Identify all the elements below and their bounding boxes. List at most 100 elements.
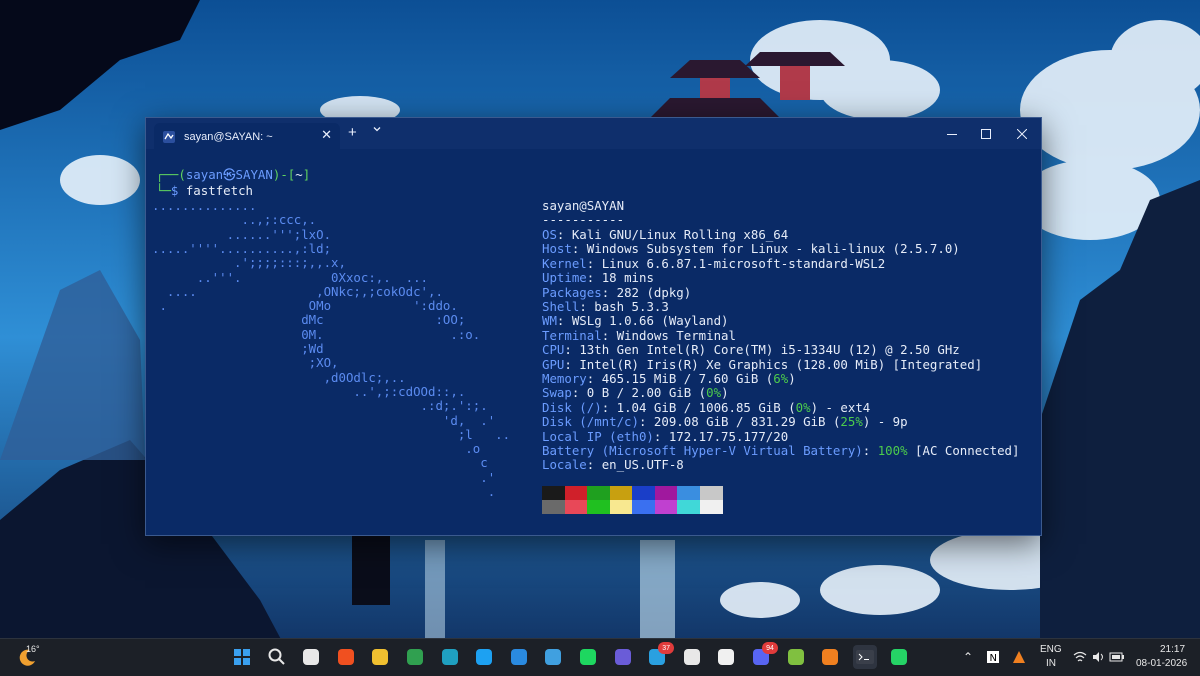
terminal-icon[interactable] [852, 645, 877, 669]
discord-icon[interactable]: 94 [749, 642, 778, 669]
info-row: WM: WSLg 1.0.66 (Wayland) [542, 314, 729, 328]
logo-line: ;XO, [152, 355, 339, 371]
maximize-icon [981, 128, 991, 139]
info-tail: [AC Connected] [907, 443, 1020, 458]
prompt-open: ┌──( [156, 167, 186, 182]
minimize-button[interactable] [935, 118, 969, 149]
command-text: fastfetch [178, 183, 253, 198]
info-label: CPU [542, 342, 565, 358]
info-row: Memory: 465.15 MiB / 7.60 GiB (6%) [542, 372, 796, 386]
language-bottom[interactable]: IN [1046, 658, 1056, 669]
info-value: 172.17.75.177/20 [661, 428, 789, 444]
info-row: Battery (Microsoft Hyper-V Virtual Batte… [542, 444, 1019, 458]
telegram-badge: 37 [658, 642, 675, 654]
close-icon [1017, 128, 1027, 139]
info-value: 18 mins [594, 270, 654, 286]
logo-line: ..,;:ccc,. [152, 212, 317, 228]
weather-temp: 16° [26, 644, 40, 654]
user-host: sayan@SAYAN [542, 198, 625, 213]
minimize-icon [947, 133, 957, 135]
info-percent: 100% [877, 443, 908, 458]
svg-text:N: N [990, 653, 997, 664]
title-bar[interactable]: sayan@SAYAN: ~ ✕ + [146, 118, 1041, 150]
vscode-icon[interactable] [507, 645, 531, 669]
info-value: 465.15 MiB / 7.60 GiB ( [594, 371, 774, 386]
task-view-icon[interactable] [299, 645, 323, 669]
vlc-icon[interactable] [818, 645, 842, 669]
info-value: WSLg 1.0.66 (Wayland) [564, 313, 729, 329]
search-icon[interactable] [265, 645, 289, 669]
chevron-up-icon[interactable]: ⌃ [963, 650, 973, 664]
info-label: Packages [542, 284, 602, 300]
palette-swatch [587, 486, 610, 500]
dev-to-icon[interactable] [680, 645, 704, 669]
logo-line: .....''''..........,:ld; [152, 240, 332, 256]
logo-line: .o [152, 441, 481, 457]
palette-swatch [609, 500, 633, 514]
maximize-button[interactable] [969, 118, 1003, 149]
kali-icon [162, 130, 176, 144]
prompt-close: ] [302, 167, 311, 182]
palette-swatch [542, 486, 565, 500]
palette-swatch [564, 500, 588, 514]
logo-line: 'd, .' [152, 412, 496, 428]
volume-icon[interactable] [1090, 645, 1106, 669]
info-label: Swap [542, 385, 572, 401]
info-colon: : [564, 356, 572, 372]
notion-icon[interactable] [714, 645, 738, 669]
telegram-icon[interactable]: 37 [645, 642, 675, 669]
info-row: Terminal: Windows Terminal [542, 327, 736, 343]
edge-icon[interactable] [438, 645, 462, 669]
palette-swatch [609, 486, 633, 500]
info-tail: ) [721, 385, 729, 401]
info-value: Kali GNU/Linux Rolling x86_64 [564, 227, 789, 242]
chrome-icon[interactable] [403, 645, 427, 669]
info-value: 1.04 GiB / 1006.85 GiB ( [609, 399, 796, 415]
spotify-icon[interactable] [576, 645, 600, 669]
logo-line: ;Wd [152, 341, 324, 356]
info-percent: 6% [773, 371, 789, 386]
wifi-icon[interactable] [1072, 645, 1088, 669]
file-explorer-icon[interactable] [368, 645, 392, 669]
notion-tray-icon[interactable]: N [984, 645, 1002, 669]
info-row: Locale: en_US.UTF-8 [542, 458, 684, 472]
palette-swatch [699, 486, 723, 500]
kali-icon[interactable] [784, 645, 808, 669]
palette-swatch [677, 500, 700, 514]
clock-date[interactable]: 08-01-2026 [1136, 658, 1187, 669]
info-row: Packages: 282 (dpkg) [542, 284, 691, 300]
info-label: Memory [542, 371, 587, 386]
palette-swatch [654, 486, 678, 500]
twitter-icon[interactable] [472, 645, 496, 669]
palette-swatch [677, 486, 700, 500]
language-top[interactable]: ENG [1040, 644, 1062, 655]
clock-time[interactable]: 21:17 [1160, 644, 1185, 655]
prompt-path: ~ [295, 167, 303, 182]
tab-close-icon[interactable]: ✕ [321, 127, 332, 143]
battery-icon[interactable] [1108, 645, 1126, 669]
info-label: Terminal [542, 327, 602, 343]
vlc-tray-icon[interactable] [1010, 645, 1028, 669]
logo-line: .' [152, 469, 496, 485]
logo-line: ,d0Odlc;,.. [152, 369, 406, 385]
new-tab-button[interactable]: + [348, 124, 357, 141]
photos-icon[interactable] [541, 645, 565, 669]
info-tail: ) [788, 371, 796, 386]
close-button[interactable] [1005, 118, 1039, 149]
brave-icon[interactable] [334, 645, 358, 669]
terminal-tab[interactable]: sayan@SAYAN: ~ ✕ [154, 123, 340, 150]
logo-line: ......''';lxO. [152, 226, 332, 242]
whatsapp-icon[interactable] [887, 645, 911, 669]
terminal-body[interactable]: ┌──(sayan㉿SAYAN)-[~] └─$ fastfetch .....… [146, 149, 1041, 535]
info-label: Disk (/) [542, 399, 602, 415]
logo-line: . [152, 484, 496, 499]
prompt-line-1: ┌──(sayan㉿SAYAN)-[~] [156, 168, 310, 182]
logo-line: .:d;.':;. [152, 398, 488, 414]
prompt-at-symbol: ㉿ [223, 167, 236, 182]
info-percent: 0% [706, 385, 722, 401]
prime-video-icon[interactable] [611, 645, 635, 669]
start-icon[interactable] [230, 645, 254, 669]
info-row: Uptime: 18 mins [542, 271, 654, 285]
prompt-host: SAYAN [235, 167, 273, 182]
tab-dropdown-button[interactable] [372, 124, 382, 137]
